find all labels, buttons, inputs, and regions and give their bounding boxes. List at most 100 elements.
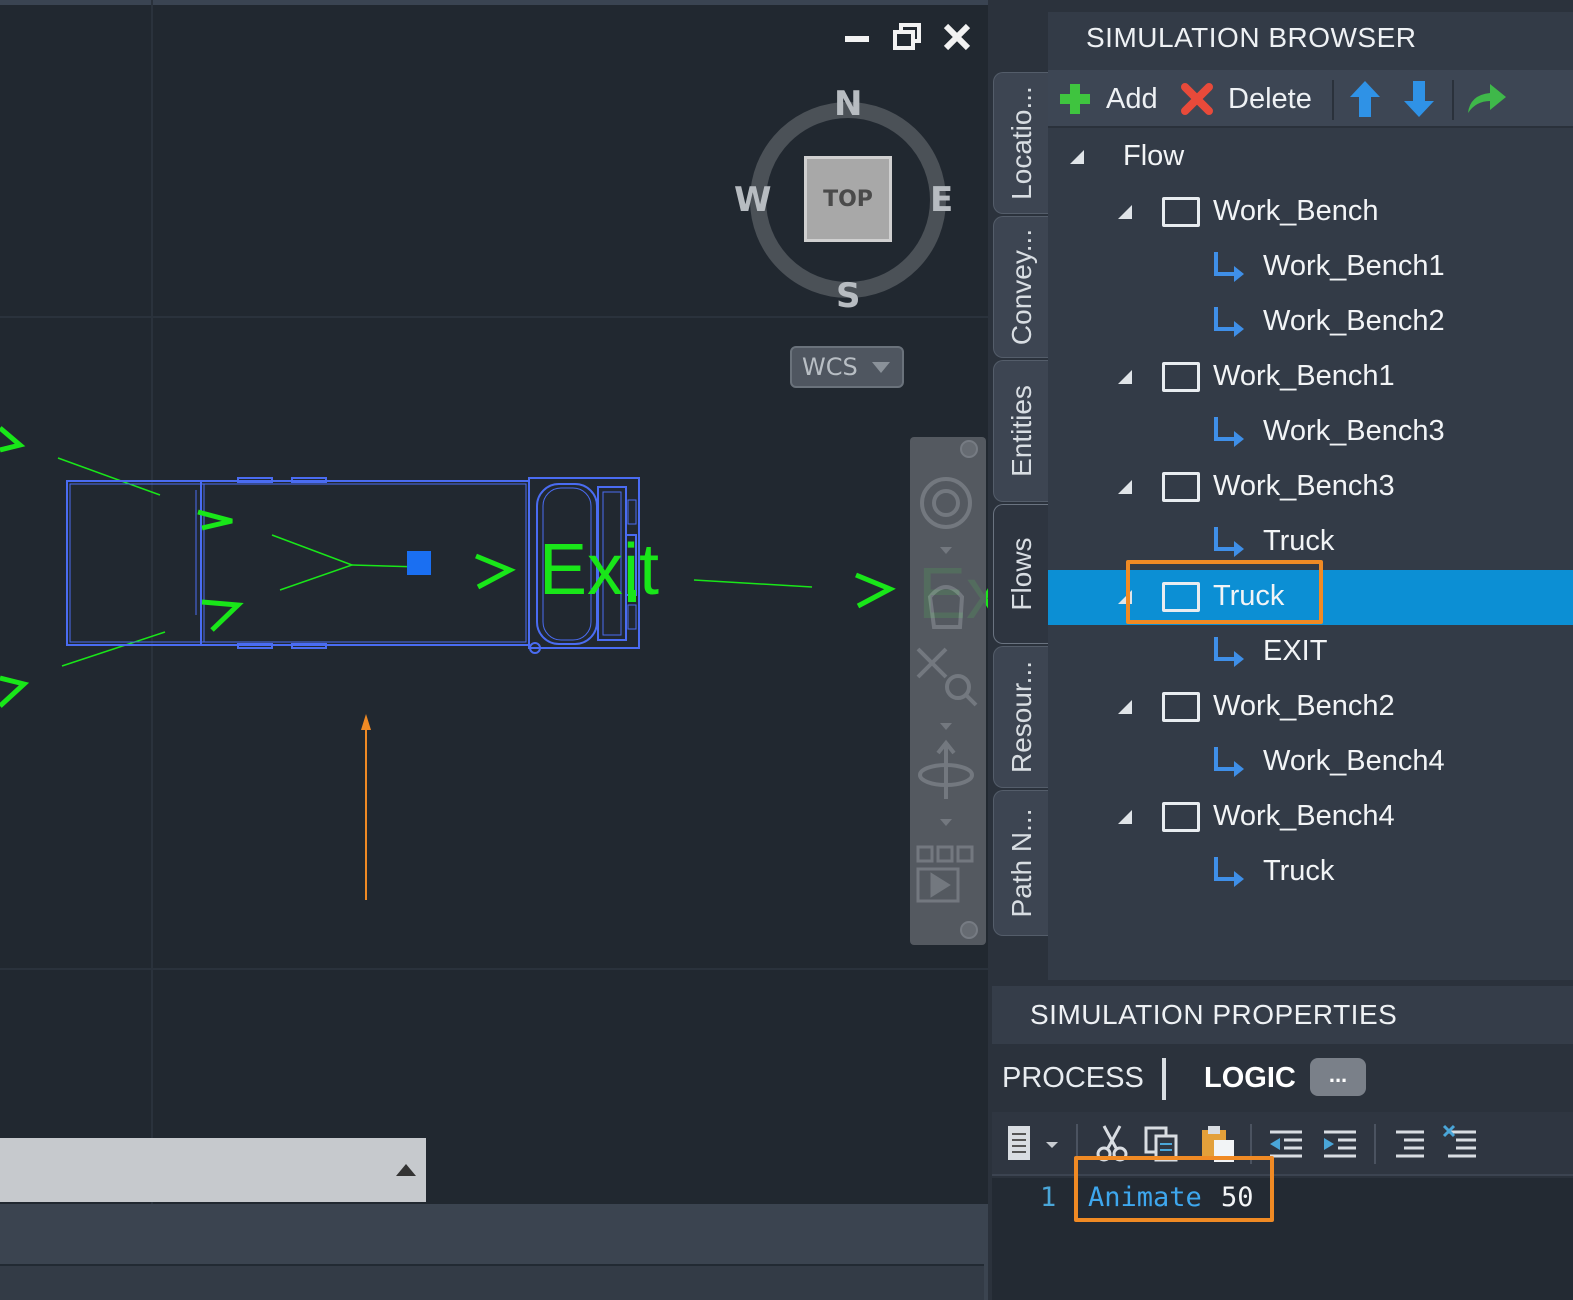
tree-link-item[interactable]: Truck: [1048, 845, 1573, 900]
flow-node-icon: [1162, 802, 1200, 832]
arrow-down-icon: [1404, 81, 1434, 117]
tree-item-label: Work_Bench: [1213, 195, 1379, 227]
exit-label: Exit: [539, 530, 660, 610]
compass-west[interactable]: W: [734, 180, 772, 220]
showmotion-icon: [916, 845, 974, 903]
pan-icon: [927, 585, 965, 629]
add-button[interactable]: Add: [1058, 78, 1158, 120]
expand-triangle-icon[interactable]: [1118, 700, 1132, 714]
tree-item-label: Truck: [1263, 525, 1335, 557]
tab-resources[interactable]: Resour...: [993, 646, 1049, 788]
delete-button-label: Delete: [1228, 82, 1312, 115]
compass-east[interactable]: E: [930, 180, 953, 220]
flow-node-icon: [1162, 692, 1200, 722]
tree-link-item[interactable]: Work_Bench1: [1048, 240, 1573, 295]
tab-separator: [1162, 1058, 1166, 1100]
code-callout: [1074, 1156, 1274, 1222]
expand-triangle-icon[interactable]: [1118, 205, 1132, 219]
tree-item-label: Work_Bench1: [1263, 250, 1445, 282]
move-down-button[interactable]: [1402, 78, 1436, 120]
flow-link-arrow-icon: [1214, 747, 1244, 777]
tree-item-label: Work_Bench1: [1213, 360, 1395, 392]
flow-link-arrow-icon: [1214, 527, 1244, 557]
tree-link-item[interactable]: Work_Bench3: [1048, 405, 1573, 460]
drawing-viewport[interactable]: Exit Ex TOP N S E W WCS: [0, 0, 988, 1204]
browser-toolbar: Add Delete: [1048, 70, 1573, 128]
tree-item-label: Work_Bench2: [1213, 690, 1395, 722]
expand-triangle-icon[interactable]: [1070, 150, 1084, 164]
flow-node-icon: [1162, 362, 1200, 392]
orbit-icon: [918, 739, 974, 799]
steering-wheel-icon: [920, 477, 972, 529]
viewcube-top-face[interactable]: TOP: [804, 156, 892, 242]
move-up-button[interactable]: [1348, 78, 1382, 120]
tree-item-label: Work_Bench4: [1263, 745, 1445, 777]
toolbar-separator: [1374, 1124, 1376, 1164]
tab-process[interactable]: PROCESS: [1002, 1062, 1144, 1095]
tree-item-label: EXIT: [1263, 635, 1328, 667]
simulation-properties: SIMULATION PROPERTIES PROCESS LOGIC ...: [992, 986, 1573, 1300]
toolbar-separator: [1332, 80, 1334, 120]
tree-node-item[interactable]: Work_Bench2: [1048, 680, 1573, 735]
tree-node-item[interactable]: Work_Bench: [1048, 185, 1573, 240]
expand-triangle-icon[interactable]: [1118, 370, 1132, 384]
browser-title: SIMULATION BROWSER: [1086, 22, 1417, 53]
line-number: 1: [1040, 1182, 1057, 1213]
redirect-button[interactable]: [1464, 78, 1508, 120]
tree-node-item[interactable]: Work_Bench3: [1048, 460, 1573, 515]
tree-item-label: Work_Bench4: [1213, 800, 1395, 832]
tab-resources-label: Resour...: [1005, 660, 1037, 774]
navigation-bar[interactable]: [910, 437, 986, 945]
model-layout-tabs: [0, 1264, 984, 1300]
tree-node-item[interactable]: Work_Bench4: [1048, 790, 1573, 845]
properties-title: SIMULATION PROPERTIES: [1030, 999, 1398, 1030]
tab-conveyors-label: Convey...: [1005, 228, 1037, 346]
tab-entities[interactable]: Entities: [993, 360, 1049, 502]
flow-node-icon: [1162, 472, 1200, 502]
flow-arrow-left-upper: [0, 426, 26, 453]
plus-icon: [1060, 84, 1090, 114]
chevron-up-icon[interactable]: [396, 1164, 416, 1176]
tab-locations[interactable]: Locatio...: [993, 72, 1049, 214]
tree-item-label: Flow: [1123, 140, 1185, 172]
flow-link-arrow-icon: [1214, 307, 1244, 337]
indent-icon[interactable]: [1320, 1124, 1360, 1164]
viewcube[interactable]: TOP N S E W: [730, 82, 966, 318]
tree-link-item[interactable]: Work_Bench4: [1048, 735, 1573, 790]
expand-triangle-icon[interactable]: [1118, 810, 1132, 824]
ucs-dropdown[interactable]: WCS: [790, 346, 904, 388]
add-button-label: Add: [1106, 82, 1158, 115]
navbar-close-icon: [960, 440, 978, 458]
selection-callout: [1126, 560, 1323, 624]
command-line[interactable]: [0, 1138, 426, 1202]
tab-locations-label: Locatio...: [1005, 86, 1037, 200]
more-button[interactable]: ...: [1310, 1058, 1366, 1096]
compass-north[interactable]: N: [834, 84, 862, 124]
tree-node-item[interactable]: Work_Bench1: [1048, 350, 1573, 405]
tree-link-item[interactable]: EXIT: [1048, 625, 1573, 680]
flow-link-arrow-icon: [1214, 417, 1244, 447]
tab-path-networks[interactable]: Path N...: [993, 790, 1049, 936]
tab-logic[interactable]: LOGIC: [1204, 1062, 1296, 1095]
flow-arrow-left-lower: [0, 675, 30, 708]
logic-code-editor[interactable]: 1 Animate 50: [992, 1156, 1573, 1300]
delete-button[interactable]: Delete: [1180, 78, 1312, 120]
tab-conveyors[interactable]: Convey...: [993, 216, 1049, 358]
tab-flows[interactable]: Flows: [993, 504, 1049, 644]
tree-link-item[interactable]: Work_Bench2: [1048, 295, 1573, 350]
expand-triangle-icon[interactable]: [1118, 480, 1132, 494]
properties-header: SIMULATION PROPERTIES: [992, 986, 1573, 1044]
tree-root-item[interactable]: Flow: [1048, 130, 1573, 185]
uncomment-icon[interactable]: [1442, 1124, 1482, 1164]
entity-marker: [407, 551, 431, 575]
delete-x-icon: [1181, 83, 1213, 115]
comment-icon[interactable]: [1390, 1124, 1430, 1164]
document-menu-icon[interactable]: [1004, 1124, 1064, 1164]
tab-path-networks-label: Path N...: [1005, 808, 1037, 918]
compass-south[interactable]: S: [836, 276, 861, 316]
forward-arrow-icon: [1468, 84, 1506, 113]
flow-link-arrow-icon: [1214, 252, 1244, 282]
flow-node-icon: [1162, 197, 1200, 227]
flow-link-arrow-icon: [1214, 637, 1244, 667]
tree-item-label: Work_Bench3: [1263, 415, 1445, 447]
